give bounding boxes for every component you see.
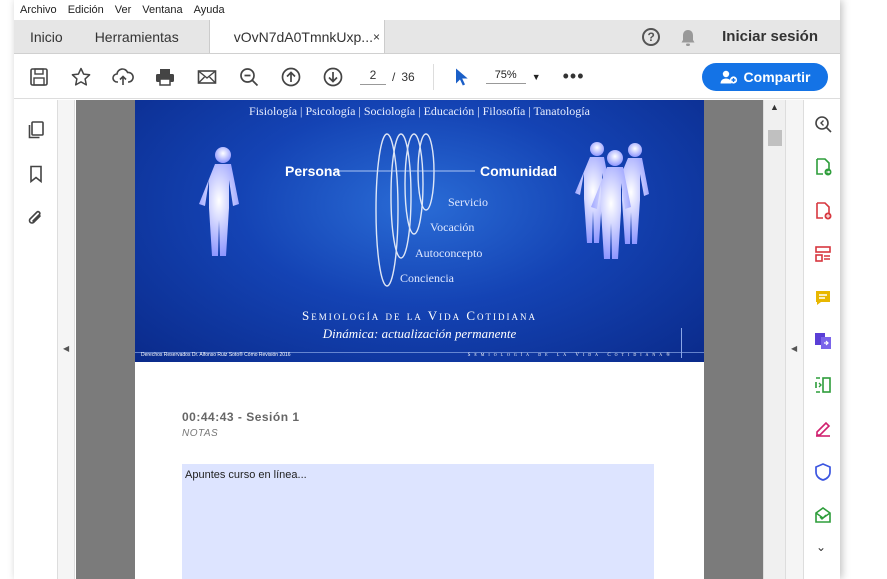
vertical-scrollbar[interactable]: ▲	[763, 100, 785, 579]
create-pdf-icon[interactable]	[804, 189, 840, 233]
menubar: Archivo Edición Ver Ventana Ayuda	[14, 0, 840, 20]
right-panel-toggle[interactable]: ◀	[785, 100, 803, 579]
left-nav-rail	[14, 100, 58, 579]
compress-pdf-icon[interactable]	[804, 363, 840, 407]
tab-herramientas[interactable]: Herramientas	[79, 20, 195, 53]
menu-ayuda[interactable]: Ayuda	[194, 4, 225, 16]
notes-textbox[interactable]: Apuntes curso en línea...	[182, 464, 654, 579]
save-icon[interactable]	[18, 55, 60, 99]
menu-ver[interactable]: Ver	[115, 4, 132, 16]
tab-inicio[interactable]: Inicio	[14, 20, 79, 53]
banner-persona: Persona	[285, 163, 341, 179]
zoom-out-icon[interactable]	[228, 55, 270, 99]
fill-sign-icon[interactable]	[804, 407, 840, 451]
chevron-down-icon[interactable]: ⌄	[816, 540, 826, 554]
banner-subtitle: Dinámica: actualización permanente	[322, 326, 517, 341]
banner-comunidad: Comunidad	[480, 163, 557, 179]
email-icon[interactable]	[186, 55, 228, 99]
document-viewport: Fisiología | Psicología | Sociología | E…	[76, 100, 763, 579]
tab-document-label: vOvN7dA0TmnkUxp...	[233, 28, 373, 45]
combine-files-icon[interactable]	[804, 320, 840, 364]
share-button[interactable]: Compartir	[702, 62, 828, 91]
page-navigator: 2 / 36	[360, 68, 415, 85]
notes-label: NOTAS	[182, 428, 219, 439]
zoom-value[interactable]: 75%	[485, 69, 526, 84]
header-actions: ? Iniciar sesión	[642, 20, 840, 53]
pages-panel-icon[interactable]	[14, 108, 58, 152]
page-separator: /	[392, 69, 396, 84]
organize-pages-icon[interactable]	[804, 233, 840, 277]
select-cursor-icon[interactable]	[446, 55, 476, 99]
bookmarks-icon[interactable]	[14, 152, 58, 196]
add-user-icon	[720, 70, 737, 84]
zoom-dropdown[interactable]: 75% ▼	[485, 69, 541, 84]
close-tab-icon[interactable]: ×	[373, 30, 380, 44]
page-up-icon[interactable]	[270, 55, 312, 99]
banner-servicio: Servicio	[448, 195, 488, 209]
banner-title: Semiología de la Vida Cotidiana	[301, 308, 538, 323]
banner-image: Fisiología | Psicología | Sociología | E…	[135, 100, 704, 362]
banner-divider	[681, 328, 682, 358]
banner-vocacion: Vocación	[430, 220, 475, 234]
signin-button[interactable]: Iniciar sesión	[722, 28, 818, 45]
share-label: Compartir	[743, 68, 811, 85]
export-pdf-icon[interactable]	[804, 146, 840, 190]
menu-ventana[interactable]: Ventana	[142, 4, 182, 16]
attachments-icon[interactable]	[14, 196, 58, 240]
send-for-signature-icon[interactable]	[804, 494, 840, 538]
help-icon[interactable]: ?	[642, 27, 661, 46]
right-tools-rail: ⌄	[803, 100, 840, 579]
chevron-left-icon[interactable]: ◀	[63, 344, 69, 353]
banner-conciencia: Conciencia	[400, 271, 454, 285]
toolbar: 2 / 36 75% ▼ ••• Compartir	[14, 55, 840, 99]
scroll-thumb[interactable]	[768, 130, 782, 146]
chevron-down-icon[interactable]: ▼	[532, 72, 541, 82]
more-tools-icon[interactable]: •••	[563, 66, 585, 87]
menu-edicion[interactable]: Edición	[68, 4, 104, 16]
chevron-left-icon[interactable]: ◀	[791, 344, 797, 353]
pdf-page: Fisiología | Psicología | Sociología | E…	[135, 100, 704, 579]
menu-archivo[interactable]: Archivo	[20, 4, 57, 16]
protect-icon[interactable]	[804, 450, 840, 494]
toolbar-divider	[432, 63, 434, 90]
banner-footer-brand: Semiología de la Vida Cotidiana®	[467, 353, 674, 358]
tab-bar: Inicio Herramientas vOvN7dA0TmnkUxp... ×…	[14, 20, 840, 54]
scroll-up-icon[interactable]: ▲	[770, 102, 779, 112]
session-heading: 00:44:43 - Sesión 1	[182, 410, 300, 424]
bookmark-star-icon[interactable]	[60, 55, 102, 99]
page-down-icon[interactable]	[312, 55, 354, 99]
upload-cloud-icon[interactable]	[102, 55, 144, 99]
page-number-input[interactable]: 2	[360, 68, 386, 85]
page-total: 36	[401, 69, 415, 84]
bell-icon[interactable]	[680, 29, 695, 46]
left-panel-toggle[interactable]: ◀	[58, 100, 75, 579]
banner-rights: Derechos Reservados Dr. Alfonso Ruiz Sot…	[141, 352, 291, 358]
acrobat-window: Archivo Edición Ver Ventana Ayuda Inicio…	[14, 0, 840, 579]
zoom-tool-icon[interactable]	[804, 102, 840, 146]
comment-icon[interactable]	[804, 276, 840, 320]
tab-document[interactable]: vOvN7dA0TmnkUxp... ×	[208, 20, 385, 53]
banner-autoconcepto: Autoconcepto	[415, 246, 483, 260]
print-icon[interactable]	[144, 55, 186, 99]
